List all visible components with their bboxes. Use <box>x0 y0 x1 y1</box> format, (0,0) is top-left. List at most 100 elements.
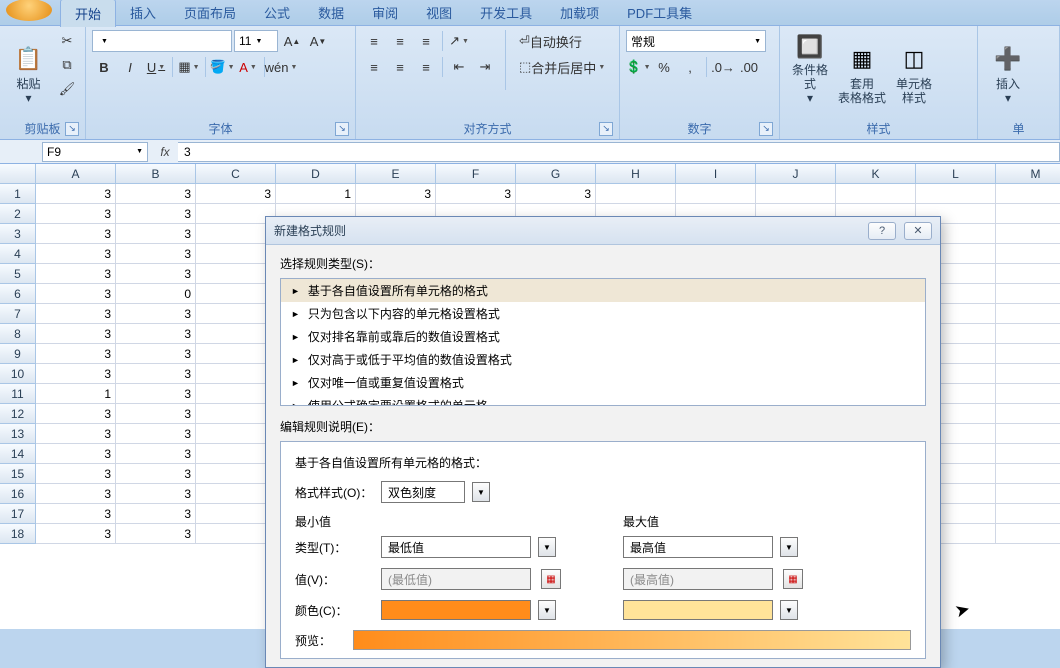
bold-button[interactable]: B <box>92 56 116 78</box>
row-header[interactable]: 4 <box>0 244 36 264</box>
cell[interactable]: 3 <box>36 484 116 504</box>
cell[interactable]: 3 <box>116 444 196 464</box>
min-type-dropdown[interactable]: 最低值 <box>381 536 531 558</box>
insert-cells-button[interactable]: ➕ 插入▾ <box>984 30 1032 108</box>
cell[interactable]: 3 <box>116 424 196 444</box>
fx-button[interactable]: fx <box>152 142 178 162</box>
col-header[interactable]: I <box>676 164 756 184</box>
col-header[interactable]: L <box>916 164 996 184</box>
cell[interactable]: 3 <box>116 324 196 344</box>
row-header[interactable]: 5 <box>0 264 36 284</box>
row-header[interactable]: 10 <box>0 364 36 384</box>
rule-type-item[interactable]: ►使用公式确定要设置格式的单元格 <box>281 394 925 406</box>
decrease-decimal-button[interactable]: .00 <box>737 56 761 78</box>
row-header[interactable]: 15 <box>0 464 36 484</box>
percent-button[interactable]: % <box>652 56 676 78</box>
tab-pagelayout[interactable]: 页面布局 <box>170 0 250 26</box>
cut-button[interactable]: ✂ <box>55 30 79 52</box>
cell[interactable] <box>996 504 1060 524</box>
row-header[interactable]: 18 <box>0 524 36 544</box>
cell[interactable]: 3 <box>36 464 116 484</box>
tab-pdf[interactable]: PDF工具集 <box>613 0 706 26</box>
cell[interactable] <box>196 484 276 504</box>
formula-input[interactable]: 3 <box>178 142 1060 162</box>
cell[interactable]: 3 <box>116 464 196 484</box>
cell[interactable]: 3 <box>116 404 196 424</box>
align-left-button[interactable]: ≡ <box>362 56 386 78</box>
font-dialog-launcher[interactable]: ↘ <box>335 122 349 136</box>
rule-type-item[interactable]: ►基于各自值设置所有单元格的格式 <box>281 279 925 302</box>
cell[interactable] <box>196 204 276 224</box>
alignment-dialog-launcher[interactable]: ↘ <box>599 122 613 136</box>
row-header[interactable]: 16 <box>0 484 36 504</box>
cell[interactable]: 3 <box>36 184 116 204</box>
col-header[interactable]: A <box>36 164 116 184</box>
copy-button[interactable]: ⧉ <box>55 54 79 76</box>
dropdown-arrow-icon[interactable]: ▼ <box>538 600 556 620</box>
shrink-font-button[interactable]: A▼ <box>306 30 330 52</box>
cell[interactable]: 3 <box>116 244 196 264</box>
paste-button[interactable]: 📋 粘贴▾ <box>6 30 51 108</box>
cell[interactable]: 3 <box>116 384 196 404</box>
align-bottom-button[interactable]: ≡ <box>414 30 438 52</box>
col-header[interactable]: C <box>196 164 276 184</box>
cell[interactable] <box>836 184 916 204</box>
cell[interactable] <box>676 184 756 204</box>
format-painter-button[interactable]: 🖌 <box>55 78 79 100</box>
orientation-button[interactable]: ↗▼ <box>447 30 471 52</box>
cell[interactable]: 3 <box>36 404 116 424</box>
cell[interactable] <box>196 244 276 264</box>
cell[interactable]: 3 <box>36 284 116 304</box>
wrap-text-button[interactable]: ⏎ 自动换行 <box>514 30 587 52</box>
cell[interactable]: 3 <box>36 364 116 384</box>
rule-type-item[interactable]: ►仅对高于或低于平均值的数值设置格式 <box>281 348 925 371</box>
cell[interactable] <box>196 524 276 544</box>
cell[interactable] <box>196 364 276 384</box>
align-middle-button[interactable]: ≡ <box>388 30 412 52</box>
row-header[interactable]: 7 <box>0 304 36 324</box>
cell[interactable] <box>996 184 1060 204</box>
col-header[interactable]: K <box>836 164 916 184</box>
cell[interactable] <box>996 344 1060 364</box>
phonetic-button[interactable]: wén▼ <box>269 56 293 78</box>
dropdown-arrow-icon[interactable]: ▼ <box>538 537 556 557</box>
cell[interactable] <box>996 384 1060 404</box>
cell[interactable] <box>916 184 996 204</box>
tab-developer[interactable]: 开发工具 <box>466 0 546 26</box>
cell[interactable] <box>996 484 1060 504</box>
cell[interactable]: 3 <box>116 344 196 364</box>
font-size-combo[interactable]: 11▼ <box>234 30 278 52</box>
cell[interactable]: 3 <box>36 524 116 544</box>
cell[interactable] <box>596 184 676 204</box>
cell[interactable] <box>996 324 1060 344</box>
number-dialog-launcher[interactable]: ↘ <box>759 122 773 136</box>
tab-addins[interactable]: 加载项 <box>546 0 613 26</box>
rule-type-item[interactable]: ►仅对排名靠前或靠后的数值设置格式 <box>281 325 925 348</box>
cell[interactable]: 3 <box>116 524 196 544</box>
cell[interactable]: 3 <box>356 184 436 204</box>
cell[interactable] <box>996 304 1060 324</box>
row-header[interactable]: 14 <box>0 444 36 464</box>
cell[interactable]: 1 <box>36 384 116 404</box>
cell[interactable]: 3 <box>196 184 276 204</box>
cell[interactable] <box>996 424 1060 444</box>
currency-button[interactable]: 💲▼ <box>626 56 650 78</box>
cell[interactable]: 3 <box>36 504 116 524</box>
cell[interactable] <box>996 524 1060 544</box>
dialog-help-button[interactable]: ? <box>868 222 896 240</box>
cell[interactable] <box>996 264 1060 284</box>
min-value-ref-button[interactable]: ▦ <box>541 569 561 589</box>
name-box[interactable]: F9▼ <box>42 142 148 162</box>
row-header[interactable]: 1 <box>0 184 36 204</box>
cell[interactable] <box>196 304 276 324</box>
cell[interactable] <box>996 284 1060 304</box>
format-style-dropdown-arrow[interactable]: ▼ <box>472 482 490 502</box>
font-family-combo[interactable]: ▼ <box>92 30 232 52</box>
row-header[interactable]: 12 <box>0 404 36 424</box>
cell[interactable]: 3 <box>116 484 196 504</box>
cell[interactable] <box>196 444 276 464</box>
tab-review[interactable]: 审阅 <box>358 0 412 26</box>
cell[interactable] <box>996 444 1060 464</box>
fill-color-button[interactable]: 🪣▼ <box>210 56 234 78</box>
row-header[interactable]: 3 <box>0 224 36 244</box>
